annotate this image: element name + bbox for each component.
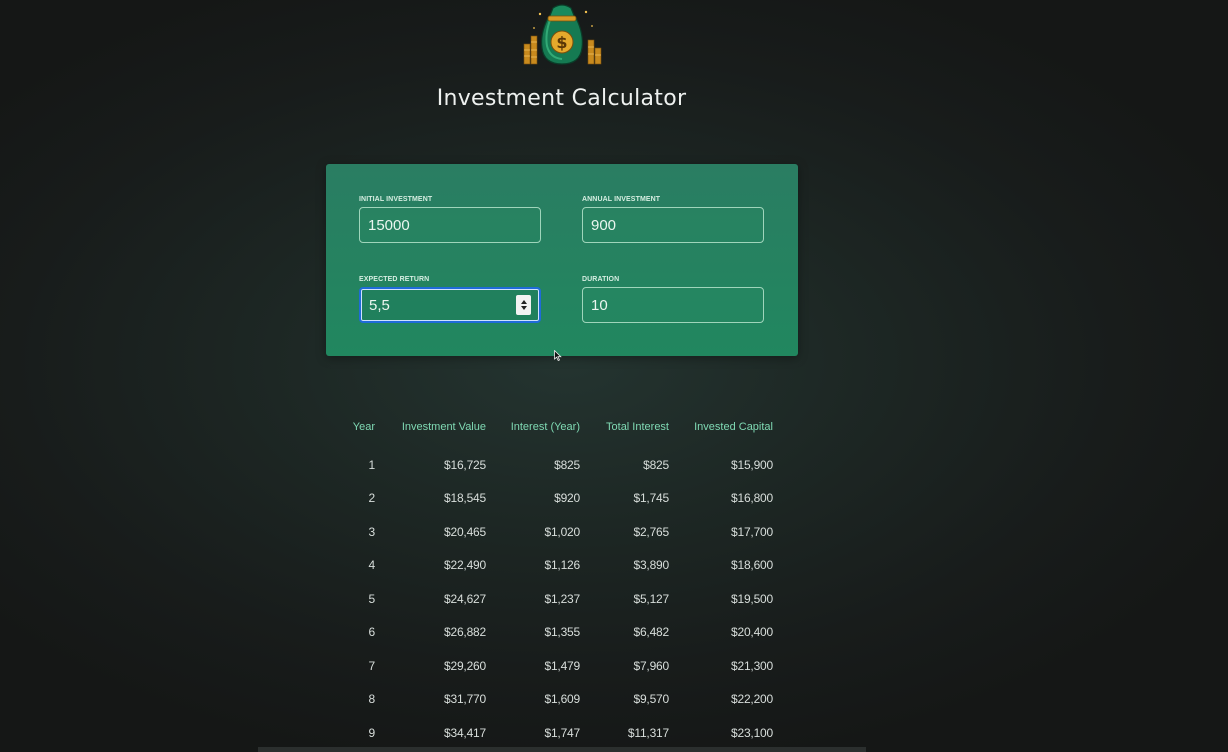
header-invested-capital: Invested Capital <box>694 421 773 433</box>
horizontal-scrollbar[interactable] <box>258 747 866 752</box>
cell-year: 7 <box>368 658 376 673</box>
cell-investment-value: $29,260 <box>444 658 486 673</box>
spinner-up-icon[interactable] <box>520 300 527 304</box>
cell-invested-capital: $17,700 <box>731 524 773 539</box>
cell-year: 6 <box>368 625 376 640</box>
cell-interest-year: $1,747 <box>544 725 580 740</box>
cell-invested-capital: $16,800 <box>731 491 773 506</box>
table-row: 6 $26,882 $1,355 $6,482 $20,400 <box>343 616 774 650</box>
cell-year: 8 <box>368 692 376 707</box>
table-row: 2 $18,545 $920 $1,745 $16,800 <box>343 482 774 516</box>
svg-text:$: $ <box>556 33 567 52</box>
cell-invested-capital: $21,300 <box>731 658 773 673</box>
header-interest-year: Interest (Year) <box>510 421 580 433</box>
expected-return-input[interactable] <box>361 289 539 321</box>
cell-investment-value: $16,725 <box>444 457 486 472</box>
cell-invested-capital: $23,100 <box>731 725 773 740</box>
cell-year: 9 <box>368 725 376 740</box>
cell-total-interest: $1,745 <box>633 491 669 506</box>
cell-interest-year: $1,609 <box>544 692 580 707</box>
expected-return-group: Expected Return <box>359 276 541 323</box>
cell-investment-value: $18,545 <box>444 491 486 506</box>
header-total-interest: Total Interest <box>606 421 669 433</box>
cell-investment-value: $22,490 <box>444 558 486 573</box>
cell-investment-value: $34,417 <box>444 725 486 740</box>
page-title: Investment Calculator <box>436 86 687 111</box>
cell-year: 2 <box>368 491 376 506</box>
cell-total-interest: $6,482 <box>633 625 669 640</box>
duration-input[interactable] <box>583 288 763 322</box>
initial-investment-input[interactable] <box>360 208 540 242</box>
table-row: 8 $31,770 $1,609 $9,570 $22,200 <box>343 683 774 717</box>
duration-group: Duration <box>582 276 764 323</box>
cell-invested-capital: $15,900 <box>731 457 773 472</box>
initial-investment-group: Initial Investment <box>359 196 541 243</box>
cell-total-interest: $3,890 <box>633 558 669 573</box>
cell-interest-year: $1,479 <box>544 658 580 673</box>
cell-investment-value: $26,882 <box>444 625 486 640</box>
table-row: 1 $16,725 $825 $825 $15,900 <box>343 448 774 482</box>
header-year: Year <box>352 421 375 433</box>
cell-invested-capital: $19,500 <box>731 591 773 606</box>
expected-return-label: Expected Return <box>359 276 430 283</box>
number-spinner[interactable] <box>516 295 531 315</box>
initial-investment-label: Initial Investment <box>359 196 433 203</box>
cell-interest-year: $825 <box>554 457 580 472</box>
cell-interest-year: $920 <box>554 491 580 506</box>
cell-investment-value: $20,465 <box>444 524 486 539</box>
cell-year: 1 <box>368 457 376 472</box>
table-header-row: Year Investment Value Interest (Year) To… <box>343 418 773 448</box>
cell-interest-year: $1,237 <box>544 591 580 606</box>
cell-interest-year: $1,355 <box>544 625 580 640</box>
annual-investment-group: Annual Investment <box>582 196 764 243</box>
table-row: 9 $34,417 $1,747 $11,317 $23,100 <box>343 716 774 750</box>
cell-total-interest: $11,317 <box>627 725 669 740</box>
cell-year: 3 <box>368 524 376 539</box>
table-row: 3 $20,465 $1,020 $2,765 $17,700 <box>343 515 774 549</box>
cell-invested-capital: $22,200 <box>731 692 773 707</box>
table-row: 5 $24,627 $1,237 $5,127 $19,500 <box>343 582 774 616</box>
table-row: 4 $22,490 $1,126 $3,890 $18,600 <box>343 549 774 583</box>
results-table: Year Investment Value Interest (Year) To… <box>343 418 773 750</box>
table-body: 1 $16,725 $825 $825 $15,900 2 $18,545 $920 $1,74… <box>343 448 774 750</box>
expected-return-box <box>359 287 541 323</box>
duration-label: Duration <box>582 276 620 283</box>
input-panel: Initial Investment Annual Investment Exp… <box>326 164 798 356</box>
cell-invested-capital: $20,400 <box>731 625 773 640</box>
annual-investment-box <box>582 207 764 243</box>
cell-total-interest: $9,570 <box>633 692 669 707</box>
cell-interest-year: $1,126 <box>544 558 580 573</box>
cell-total-interest: $825 <box>643 457 669 472</box>
app-logo: $ <box>520 0 604 68</box>
annual-investment-label: Annual Investment <box>582 196 661 203</box>
cell-total-interest: $5,127 <box>633 591 669 606</box>
table-row: 7 $29,260 $1,479 $7,960 $21,300 <box>343 649 774 683</box>
header-investment-value: Investment Value <box>401 421 486 433</box>
spinner-down-icon[interactable] <box>520 306 527 310</box>
cell-total-interest: $7,960 <box>633 658 669 673</box>
cell-investment-value: $24,627 <box>444 591 486 606</box>
duration-box <box>582 287 764 323</box>
cell-year: 5 <box>368 591 376 606</box>
cell-interest-year: $1,020 <box>544 524 580 539</box>
annual-investment-input[interactable] <box>583 208 763 242</box>
cell-invested-capital: $18,600 <box>731 558 773 573</box>
money-bag-icon: $ <box>523 4 602 65</box>
initial-investment-box <box>359 207 541 243</box>
cell-investment-value: $31,770 <box>444 692 486 707</box>
cell-year: 4 <box>368 558 376 573</box>
cell-total-interest: $2,765 <box>633 524 669 539</box>
